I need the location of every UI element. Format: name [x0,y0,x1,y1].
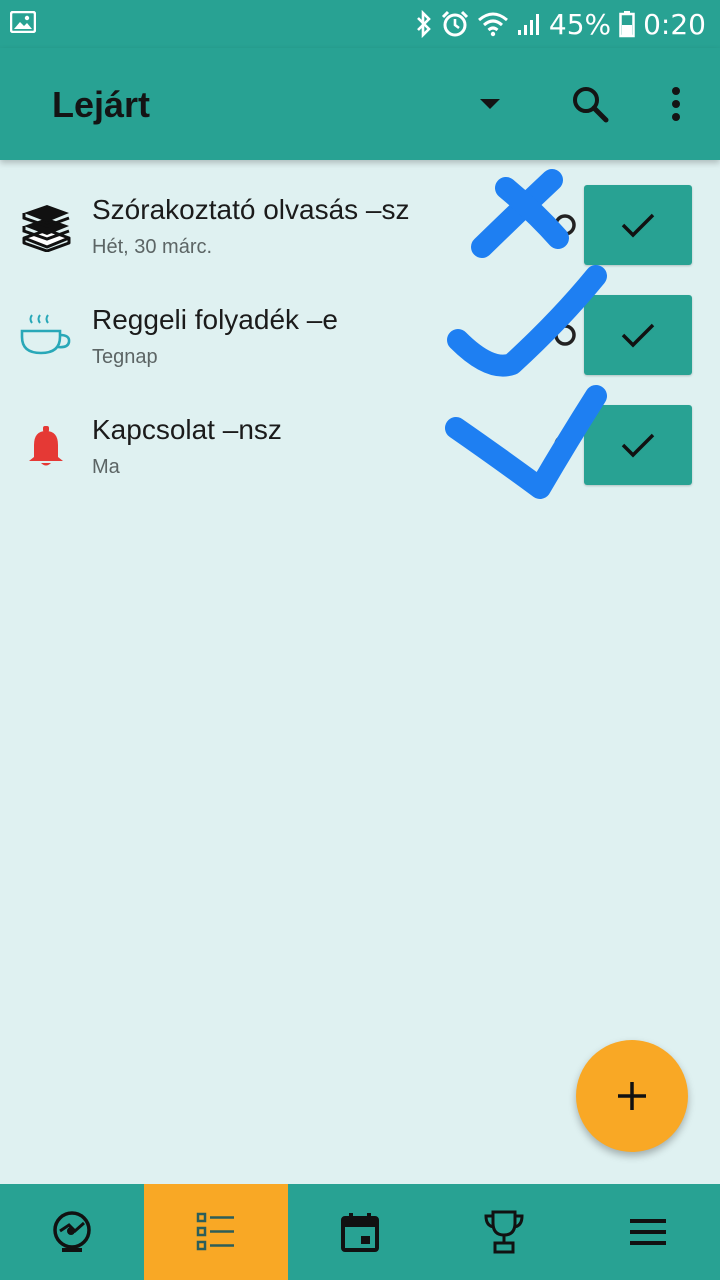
nav-habits[interactable] [0,1184,144,1280]
signal-icon [517,12,541,36]
status-time: 0:20 [643,7,706,41]
plus-icon [618,1082,646,1110]
cup-icon [20,310,72,362]
task-list-icon [196,1212,234,1251]
check-icon [621,433,655,458]
streak-icon [554,324,576,346]
trophy-icon [484,1210,524,1254]
list-item[interactable]: Reggeli folyadék –e Tegnap [0,270,720,380]
nav-menu[interactable] [576,1184,720,1280]
task-date: Tegnap [92,346,158,368]
page-title: Lejárt [52,84,151,125]
list-item[interactable]: Kapcsolat –nsz Ma [0,380,720,490]
status-bar: 45% 0:20 [0,0,720,48]
dropdown-arrow-icon[interactable] [464,78,516,130]
battery-icon [619,10,635,38]
streak-icon [554,434,576,456]
search-icon[interactable] [564,78,616,130]
task-date: Hét, 30 márc. [92,236,213,258]
bottom-nav [0,1184,720,1280]
nav-calendar[interactable] [288,1184,432,1280]
task-title: Szórakoztató olvasás –sz [92,194,410,225]
task-date: Ma [92,456,120,478]
wifi-icon [477,11,509,37]
calendar-icon [341,1213,379,1252]
books-icon [20,200,72,252]
nav-task-list[interactable] [144,1184,288,1280]
list-item[interactable]: Szórakoztató olvasás –sz Hét, 30 márc. [0,160,720,270]
check-icon [621,213,655,238]
nav-trophy[interactable] [432,1184,576,1280]
complete-button[interactable] [584,405,692,485]
habits-icon [53,1211,91,1252]
check-icon [621,323,655,348]
alarm-icon [441,10,469,38]
battery-percent: 45% [548,7,612,41]
complete-button[interactable] [584,295,692,375]
bluetooth-icon [415,10,433,38]
menu-icon [630,1219,666,1245]
more-vert-icon[interactable] [650,78,702,130]
task-title: Kapcsolat –nsz [92,414,282,445]
task-list: Szórakoztató olvasás –sz Hét, 30 márc. R… [0,160,720,490]
complete-button[interactable] [584,185,692,265]
app-bar: Lejárt [0,48,720,160]
image-icon [9,10,37,38]
streak-icon [554,214,576,236]
task-title: Reggeli folyadék –e [92,304,338,335]
bell-icon [20,420,72,472]
add-task-button[interactable] [576,1040,688,1152]
